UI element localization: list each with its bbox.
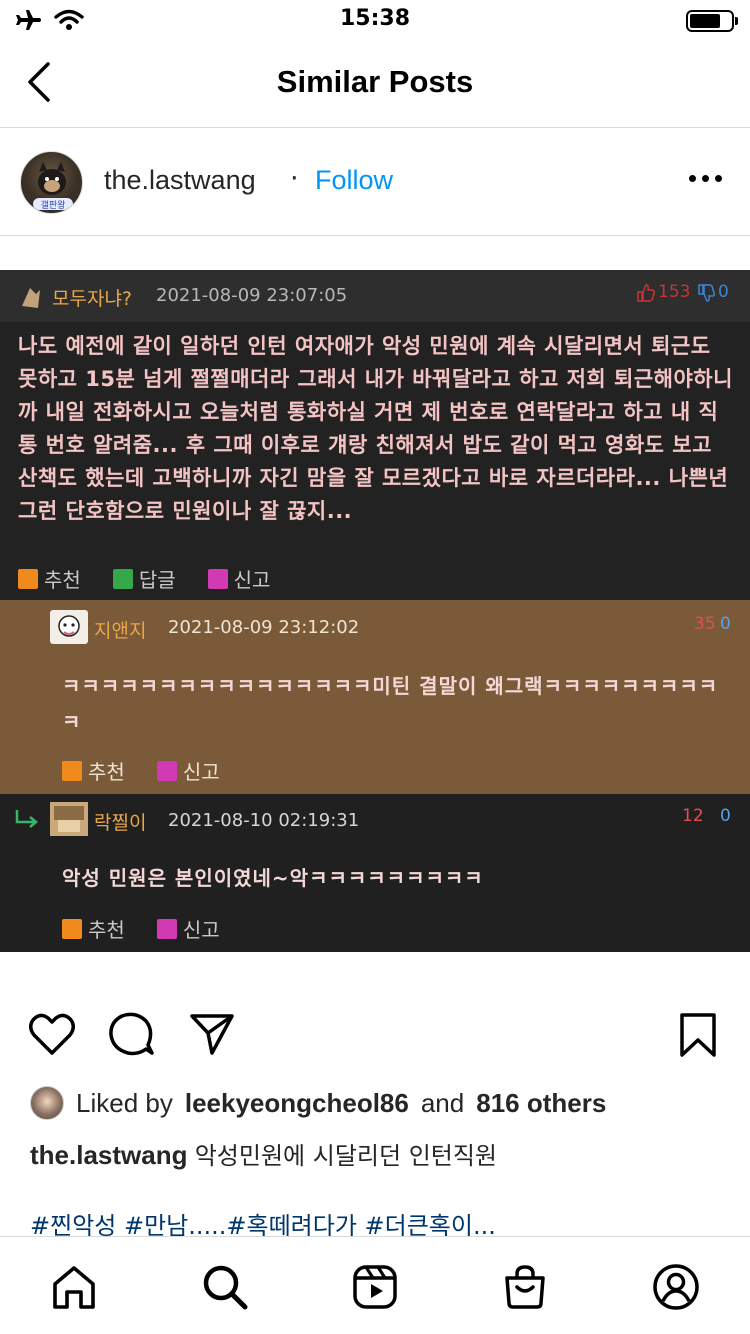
recommend-action: 추천 bbox=[62, 756, 125, 785]
main-comment-text: 나도 예전에 같이 일하던 인턴 여자애가 악성 민원에 계속 시달리면서 퇴근… bbox=[18, 334, 733, 523]
likes-prefix: Liked by bbox=[76, 1087, 173, 1118]
plus-icon bbox=[62, 918, 82, 939]
post-author-row: 갤판왕 the.lastwang · Follow bbox=[0, 129, 750, 236]
follow-button[interactable]: Follow bbox=[315, 165, 393, 196]
bookmark-icon[interactable] bbox=[678, 1011, 718, 1059]
liker-username[interactable]: leekyeongcheol86 bbox=[185, 1088, 409, 1119]
reply1-user: 지앤지 bbox=[94, 620, 147, 642]
share-icon[interactable] bbox=[188, 1011, 236, 1057]
bottom-nav bbox=[0, 1236, 750, 1334]
reply-arrow-icon bbox=[15, 810, 38, 828]
comment-icon[interactable] bbox=[108, 1011, 156, 1059]
nav-profile[interactable] bbox=[650, 1261, 702, 1313]
heart-icon[interactable] bbox=[28, 1011, 76, 1057]
nav-home[interactable] bbox=[48, 1261, 100, 1313]
search-icon bbox=[203, 1265, 248, 1310]
reply1-avatar-icon bbox=[50, 610, 88, 644]
nav-shop[interactable] bbox=[499, 1261, 551, 1313]
caption-text: 악성민원에 시달리던 인턴직원 bbox=[194, 1142, 498, 1170]
page-title: Similar Posts bbox=[276, 64, 474, 99]
recommend-action: 추천 bbox=[18, 564, 81, 593]
report-icon bbox=[207, 568, 228, 589]
reply1-downvotes: 0 bbox=[720, 614, 731, 634]
likes-row: Liked by leekyeongcheol86 and 816 others bbox=[30, 1085, 606, 1121]
status-time: 15:38 bbox=[339, 6, 411, 31]
user-level-icon bbox=[16, 282, 46, 312]
main-comment-downvotes: 0 bbox=[718, 282, 729, 302]
status-bar: 15:38 bbox=[0, 0, 750, 40]
plus-icon bbox=[62, 760, 82, 781]
reply1-text-line2: ㅋ bbox=[62, 710, 82, 734]
report-action: 신고 bbox=[207, 564, 270, 593]
reply-comment-2: 락찔이 2021-08-10 02:19:31 12 0 악성 민원은 본인이였… bbox=[0, 794, 750, 952]
likes-and: and bbox=[420, 1087, 465, 1118]
main-comment-actions: 추천 답글 신고 bbox=[18, 564, 270, 593]
shop-icon bbox=[505, 1265, 545, 1309]
reply2-user: 락찔이 bbox=[94, 812, 147, 834]
report-action: 신고 bbox=[156, 914, 220, 943]
thumbs-up-icon bbox=[637, 284, 656, 302]
profile-icon bbox=[653, 1264, 699, 1310]
author-username[interactable]: the.lastwang bbox=[104, 165, 256, 196]
reels-icon bbox=[353, 1265, 397, 1309]
header: Similar Posts bbox=[0, 40, 750, 128]
battery-icon bbox=[686, 10, 738, 32]
more-options-icon[interactable] bbox=[689, 175, 722, 182]
avatar-badge-text: 갤판왕 bbox=[41, 199, 66, 211]
reply1-date: 2021-08-09 23:12:02 bbox=[168, 617, 360, 638]
nav-reels[interactable] bbox=[349, 1261, 401, 1313]
avatar-dog-illustration: 갤판왕 bbox=[33, 162, 73, 211]
reply2-downvotes: 0 bbox=[720, 806, 731, 826]
liker-avatar[interactable] bbox=[30, 1086, 64, 1120]
main-comment-user: 모두자냐? bbox=[52, 288, 133, 310]
reply1-actions: 추천 신고 bbox=[62, 756, 220, 785]
reply1-upvotes: 35 bbox=[694, 614, 716, 634]
author-avatar[interactable]: 갤판왕 bbox=[20, 151, 83, 214]
report-icon bbox=[156, 760, 177, 781]
reply2-text: 악성 민원은 본인이였네~악ㅋㅋㅋㅋㅋㅋㅋㅋㅋ bbox=[62, 866, 484, 890]
likes-others-count[interactable]: 816 others bbox=[476, 1088, 606, 1119]
main-comment-upvotes: 153 bbox=[658, 282, 691, 302]
reply2-upvotes: 12 bbox=[682, 806, 704, 826]
report-icon bbox=[156, 918, 177, 939]
reply2-actions: 추천 신고 bbox=[62, 914, 220, 943]
plus-icon bbox=[18, 568, 38, 589]
reply2-avatar-icon bbox=[50, 802, 88, 836]
reply1-text-line1: ㅋㅋㅋㅋㅋㅋㅋㅋㅋㅋㅋㅋㅋㅋㅋㅋ미틴 결말이 왜그랙ㅋㅋㅋㅋㅋㅋㅋㅋㅋ bbox=[62, 674, 719, 698]
reply2-date: 2021-08-10 02:19:31 bbox=[168, 810, 360, 831]
reply-action: 답글 bbox=[112, 564, 176, 593]
nav-search[interactable] bbox=[199, 1261, 251, 1313]
report-action: 신고 bbox=[156, 756, 220, 785]
reply-comment-1: 지앤지 2021-08-09 23:12:02 35 0 ㅋㅋㅋㅋㅋㅋㅋㅋㅋㅋㅋ… bbox=[0, 600, 750, 794]
reply-icon bbox=[112, 568, 133, 589]
home-icon bbox=[53, 1266, 95, 1309]
post-image[interactable]: 모두자냐? 2021-08-09 23:07:05 153 0 나도 예전에 같… bbox=[0, 270, 750, 952]
caption-username[interactable]: the.lastwang bbox=[30, 1140, 187, 1170]
post-action-bar bbox=[0, 1005, 750, 1065]
recommend-action: 추천 bbox=[62, 914, 125, 943]
thumbs-down-icon bbox=[698, 284, 715, 302]
separator-dot: · bbox=[290, 163, 299, 194]
caption: the.lastwang 악성민원에 시달리던 인턴직원 bbox=[30, 1136, 497, 1171]
main-comment-date: 2021-08-09 23:07:05 bbox=[156, 285, 348, 306]
